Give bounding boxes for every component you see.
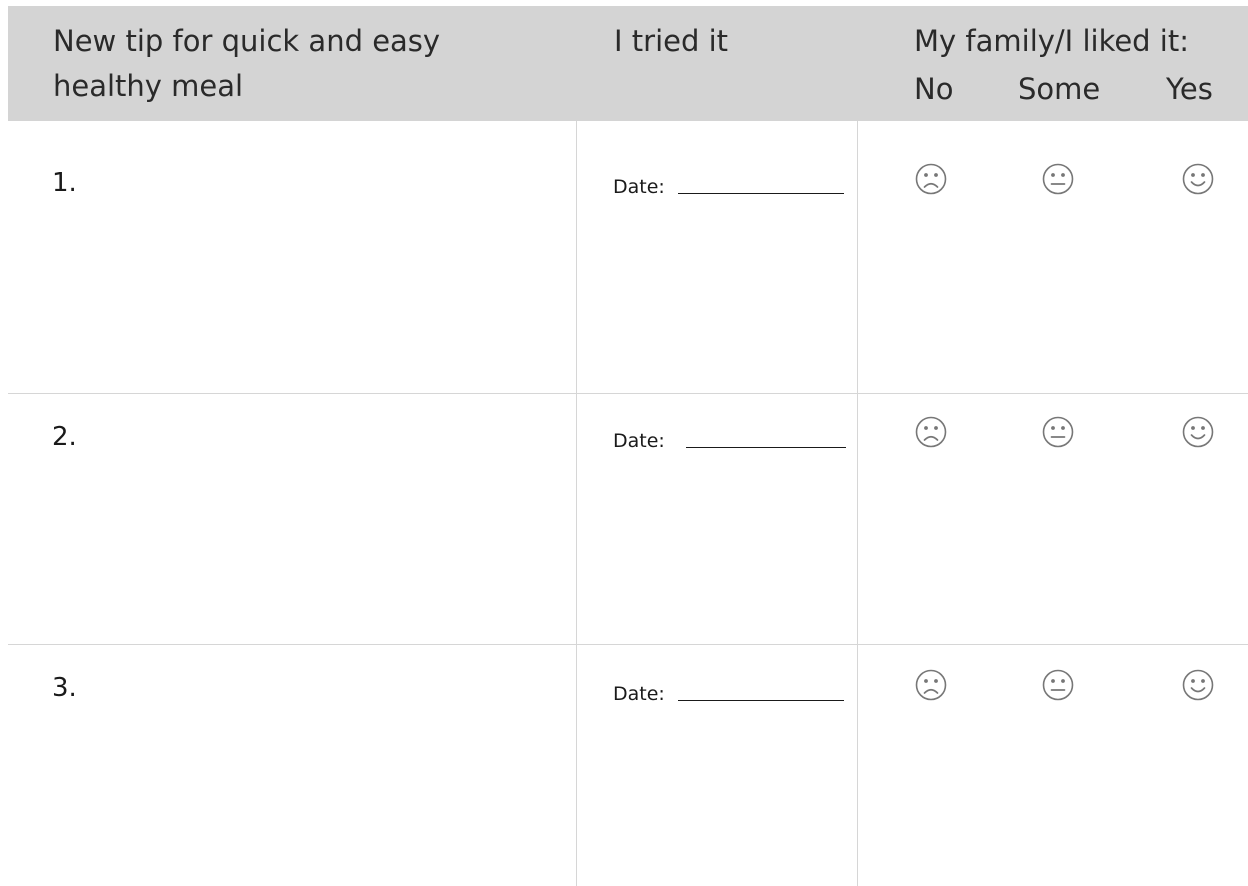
date-label: Date:: [613, 430, 665, 452]
row-number: 3.: [52, 673, 77, 703]
header-liked: My family/I liked it:: [914, 24, 1189, 58]
neutral-face-icon[interactable]: [1041, 162, 1075, 196]
frown-face-icon[interactable]: [914, 668, 948, 702]
row-divider-1: [8, 393, 1248, 394]
row-number: 2.: [52, 422, 77, 452]
header-tip-line1: New tip for quick and easy: [53, 24, 441, 58]
column-divider-tried: [857, 121, 858, 886]
date-label: Date:: [613, 176, 665, 198]
date-field[interactable]: [686, 447, 846, 448]
table-header: New tip for quick and easy healthy meal …: [8, 6, 1248, 121]
header-rating-some: Some: [1018, 72, 1101, 106]
smile-face-icon[interactable]: [1181, 415, 1215, 449]
smile-face-icon[interactable]: [1181, 162, 1215, 196]
header-rating-no: No: [914, 72, 954, 106]
header-tip-line2: healthy meal: [53, 69, 244, 103]
neutral-face-icon[interactable]: [1041, 415, 1075, 449]
smile-face-icon[interactable]: [1181, 668, 1215, 702]
date-field[interactable]: [678, 700, 844, 701]
date-field[interactable]: [678, 193, 844, 194]
frown-face-icon[interactable]: [914, 415, 948, 449]
column-divider-tip: [576, 121, 577, 886]
header-tried: I tried it: [614, 24, 729, 58]
date-label: Date:: [613, 683, 665, 705]
frown-face-icon[interactable]: [914, 162, 948, 196]
neutral-face-icon[interactable]: [1041, 668, 1075, 702]
header-rating-yes: Yes: [1166, 72, 1213, 106]
row-divider-2: [8, 644, 1248, 645]
row-number: 1.: [52, 168, 77, 198]
